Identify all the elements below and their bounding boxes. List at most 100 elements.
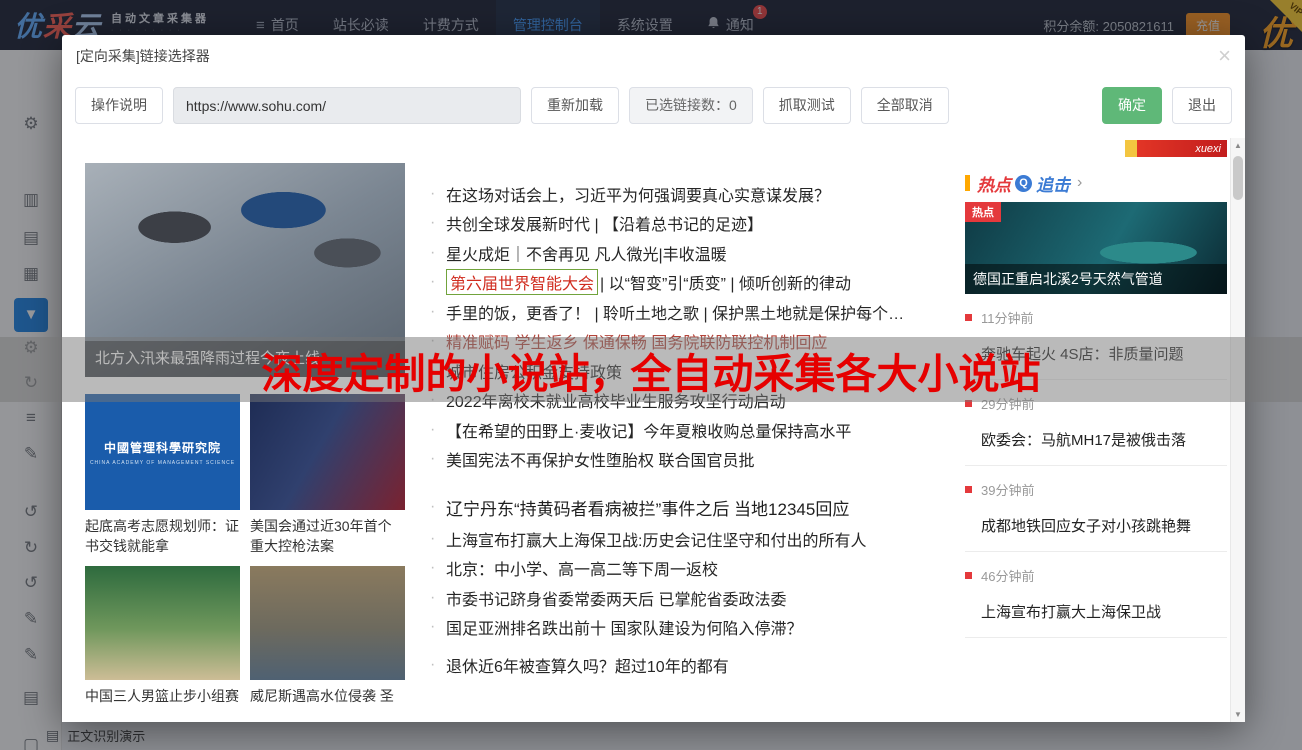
bullet-dot: · [430, 332, 446, 350]
bullet-dot: · [430, 303, 446, 321]
hot-entry[interactable]: 11分钟前奔驰车起火 4S店：非质量问题 [965, 294, 1227, 380]
selected-links-count: 已选链接数：0 [629, 87, 753, 124]
news-item[interactable]: ·手里的饭，更香了！ | 聆听土地之歌 | 保护黑土地就是保护每个… [430, 297, 965, 327]
hot-entry-title: 奔驰车起火 4S店：非质量问题 [965, 343, 1227, 364]
news-title: 辽宁丹东“持黄码者看病被拦”事件之后 当地12345回应 [446, 495, 849, 520]
reload-button[interactable]: 重新加载 [531, 87, 619, 124]
hot-list: 11分钟前奔驰车起火 4S店：非质量问题29分钟前欧委会：马航MH17是被俄击落… [965, 294, 1227, 638]
bullet-dot: · [430, 656, 446, 674]
grab-test-button[interactable]: 抓取测试 [763, 87, 851, 124]
hot-tag: 热点 [965, 202, 1001, 222]
card-caption: 中国三人男篮止步小组赛 [85, 686, 240, 706]
news-item[interactable]: ·北京：中小学、高一高二等下周一返校 [430, 554, 965, 584]
hot-time: 39分钟前 [965, 480, 1227, 499]
link-selector-modal: [定向采集]链接选择器 × 操作说明 重新加载 已选链接数：0 抓取测试 全部取… [62, 35, 1245, 722]
card-image-subtitle: CHINA ACADEMY OF MANAGEMENT SCIENCE [90, 460, 235, 466]
news-item[interactable]: ·星火成炬｜不舍再见 凡人微光|丰收温暖 [430, 238, 965, 268]
scroll-down-arrow[interactable]: ▼ [1231, 710, 1245, 719]
red-square-bullet [965, 314, 972, 321]
news-title: 城市住房公积金支持政策 [446, 359, 622, 383]
hot-entry-title: 欧委会：马航MH17是被俄击落 [965, 429, 1227, 450]
app-root: 优采云 自动文章采集器 ≡首页站长必读计费方式管理控制台系统设置通知1 积分余额… [0, 0, 1302, 750]
hot-entry-title: 成都地铁回应女子对小孩跳艳舞 [965, 515, 1227, 536]
news-title: 2022年离校未就业高校毕业生服务攻坚行动启动 [446, 388, 786, 412]
news-item[interactable]: ·共创全球发展新时代 | 【沿着总书记的足迹】 [430, 209, 965, 239]
news-item[interactable]: ·在这场对话会上，习近平为何强调要真心实意谋发展？ [430, 179, 965, 209]
news-card[interactable]: 美国会通过近30年首个重大控枪法案 [250, 394, 405, 556]
bullet-dot: · [430, 362, 446, 380]
bullet-dot: · [430, 391, 446, 409]
hot-entry[interactable]: 29分钟前欧委会：马航MH17是被俄击落 [965, 380, 1227, 466]
hot-time-label: 46分钟前 [981, 566, 1034, 585]
news-title: 国足亚洲排名跌出前十 国家队建设为何陷入停滞？ [446, 615, 802, 639]
page-preview: xuexi 北方入汛来最强降雨过程今夜上线 ·在这场对话会上，习近平为何强调要真… [62, 138, 1245, 722]
news-item[interactable]: ·辽宁丹东“持黄码者看病被拦”事件之后 当地12345回应 [430, 490, 965, 524]
news-item[interactable]: ·上海宣布打赢大上海保卫战:历史会记住坚守和付出的所有人 [430, 524, 965, 554]
news-item[interactable]: ·退休近6年被查算久吗？超过10年的都有 [430, 650, 965, 680]
hot-image-caption: 德国正重启北溪2号天然气管道 [965, 264, 1227, 294]
card-caption: 起底高考志愿规划师：证书交钱就能拿 [85, 516, 240, 556]
bullet-dot: · [430, 450, 446, 468]
close-icon[interactable]: × [1218, 35, 1231, 77]
news-title: 星火成炬｜不舍再见 凡人微光|丰收温暖 [446, 241, 727, 265]
exit-button[interactable]: 退出 [1172, 87, 1232, 124]
red-square-bullet [965, 400, 972, 407]
scroll-thumb[interactable] [1233, 156, 1243, 200]
card-image [85, 566, 240, 680]
card-caption: 美国会通过近30年首个重大控枪法案 [250, 516, 405, 556]
news-item[interactable]: ·精准赋码 学生返乡 保通保畅 国务院联防联控机制回应 [430, 327, 965, 357]
vertical-scrollbar[interactable]: ▲ ▼ [1230, 138, 1245, 722]
hot-time: 29分钟前 [965, 394, 1227, 413]
highlighted-link[interactable]: 第六届世界智能大会 [446, 269, 598, 295]
cancel-all-button[interactable]: 全部取消 [861, 87, 949, 124]
hot-entry-title: 上海宣布打赢大上海保卫战 [965, 601, 1227, 622]
hero-image[interactable]: 北方入汛来最强降雨过程今夜上线 [85, 163, 405, 377]
hot-entry[interactable]: 39分钟前成都地铁回应女子对小孩跳艳舞 [965, 466, 1227, 552]
bullet-dot: · [430, 530, 446, 548]
news-item[interactable]: ·第六届世界智能大会 | 以“智变”引“质变” | 倾听创新的律动 [430, 268, 965, 298]
bullet-dot: · [430, 214, 446, 232]
news-card[interactable]: 威尼斯遇高水位侵袭 圣 [250, 566, 405, 706]
promo-banner[interactable]: xuexi [1125, 140, 1227, 157]
news-item[interactable]: ·【在希望的田野上·麦收记】今年夏粮收购总量保持高水平 [430, 415, 965, 445]
bullet-dot: · [430, 185, 446, 203]
news-title: 【在希望的田野上·麦收记】今年夏粮收购总量保持高水平 [446, 418, 851, 442]
modal-header: [定向采集]链接选择器 × [62, 35, 1245, 77]
bullet-dot: · [430, 498, 446, 516]
news-item[interactable]: ·美国宪法不再保护女性堕胎权 联合国官员批 [430, 445, 965, 475]
hot-time: 46分钟前 [965, 566, 1227, 585]
hot-time-label: 11分钟前 [981, 308, 1034, 327]
bullet-dot: · [430, 244, 446, 262]
scroll-up-arrow[interactable]: ▲ [1231, 141, 1245, 150]
help-button[interactable]: 操作说明 [75, 87, 163, 124]
news-list: ·在这场对话会上，习近平为何强调要真心实意谋发展？·共创全球发展新时代 | 【沿… [430, 179, 965, 680]
hot-label: 热点 [977, 171, 1011, 196]
news-title: 在这场对话会上，习近平为何强调要真心实意谋发展？ [446, 182, 830, 206]
news-title: 手里的饭，更香了！ | 聆听土地之歌 | 保护黑土地就是保护每个… [446, 300, 904, 324]
news-item[interactable]: ·市委书记跻身省委常委两天后 已掌舵省委政法委 [430, 583, 965, 613]
news-title: | 以“智变”引“质变” | 倾听创新的律动 [600, 270, 851, 294]
card-image [250, 394, 405, 510]
card-image-title: 中國管理科學研究院 [104, 439, 221, 456]
accent-bar [965, 175, 970, 191]
news-item[interactable]: ·城市住房公积金支持政策 [430, 356, 965, 386]
news-title: 北京：中小学、高一高二等下周一返校 [446, 556, 718, 580]
news-card[interactable]: 中國管理科學研究院 CHINA ACADEMY OF MANAGEMENT SCI… [85, 394, 240, 556]
hot-time: 11分钟前 [965, 308, 1227, 327]
hot-header[interactable]: 热点 Q 追击 › [965, 172, 1227, 194]
url-input[interactable] [173, 87, 521, 124]
news-item[interactable]: ·国足亚洲排名跌出前十 国家队建设为何陷入停滞？ [430, 613, 965, 643]
confirm-button[interactable]: 确定 [1102, 87, 1162, 124]
hot-image[interactable]: 热点 德国正重启北溪2号天然气管道 [965, 202, 1227, 294]
news-item[interactable]: ·2022年离校未就业高校毕业生服务攻坚行动启动 [430, 386, 965, 416]
chevron-right-icon: › [1077, 174, 1082, 192]
news-title: 精准赋码 学生返乡 保通保畅 国务院联防联控机制回应 [446, 329, 827, 353]
toolbar-right-group: 确定 退出 [1102, 87, 1232, 124]
card-caption: 威尼斯遇高水位侵袭 圣 [250, 686, 405, 706]
hero-caption: 北方入汛来最强降雨过程今夜上线 [85, 341, 405, 377]
red-square-bullet [965, 572, 972, 579]
news-title: 退休近6年被查算久吗？超过10年的都有 [446, 653, 729, 677]
bullet-dot: · [430, 273, 446, 291]
hot-entry[interactable]: 46分钟前上海宣布打赢大上海保卫战 [965, 552, 1227, 638]
news-card[interactable]: 中国三人男篮止步小组赛 [85, 566, 240, 706]
